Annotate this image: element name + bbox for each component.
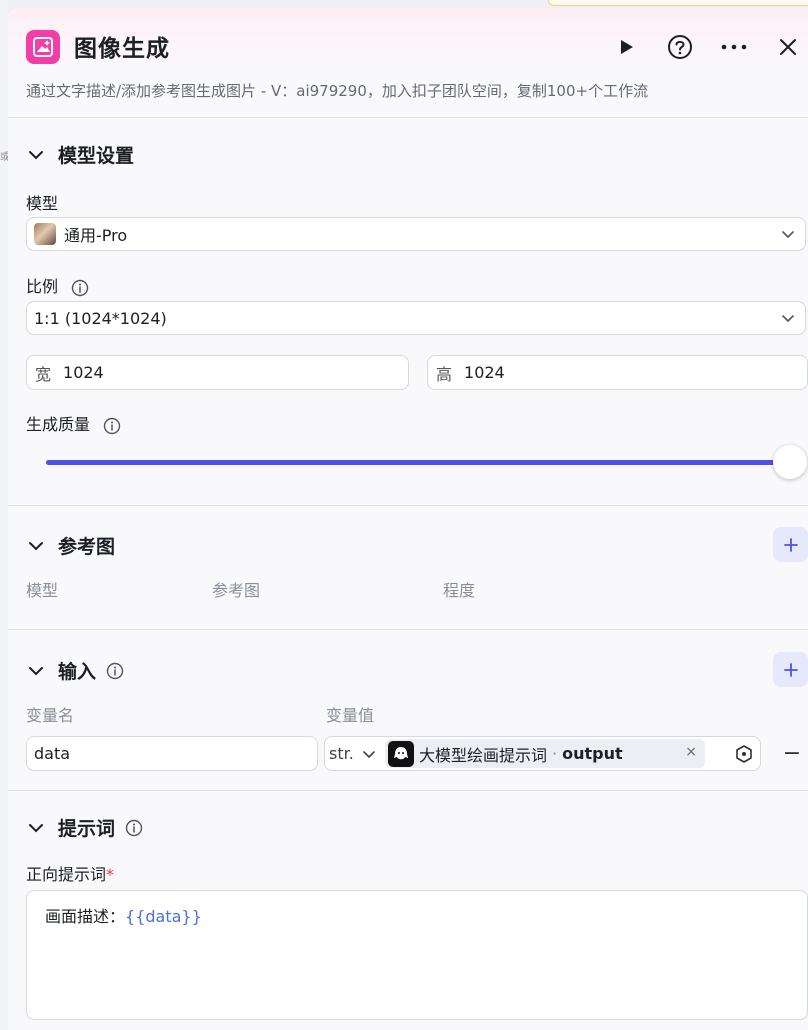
add-reference-button[interactable]	[773, 527, 808, 562]
help-icon	[668, 35, 692, 59]
positive-prompt-label: 正向提示词*	[26, 861, 114, 885]
section-model-settings-toggle[interactable]: 模型设置	[26, 141, 134, 168]
height-field[interactable]: 高 1024	[427, 355, 808, 390]
variable-reference-chip[interactable]: 大模型绘画提示词 · output ×	[385, 739, 705, 768]
section-title: 提示词	[58, 818, 116, 840]
reference-output-name: output	[562, 744, 623, 763]
add-input-button[interactable]	[773, 652, 808, 687]
plus-icon	[783, 537, 798, 552]
image-generate-icon	[26, 30, 60, 64]
divider	[8, 790, 808, 791]
positive-prompt-editor[interactable]: 画面描述：{{data}}	[26, 890, 808, 1020]
ratio-label: 比例	[26, 273, 89, 297]
chevron-down-icon	[29, 823, 43, 832]
run-button[interactable]	[612, 33, 640, 61]
column-header-degree: 程度	[443, 581, 476, 600]
close-icon	[780, 39, 796, 55]
canvas-notice-edge	[548, 0, 808, 6]
info-icon[interactable]	[106, 662, 124, 680]
divider	[8, 629, 808, 630]
chevron-down-icon	[782, 231, 794, 239]
variable-name-input[interactable]: data	[26, 736, 318, 771]
quality-label-text: 生成质量	[26, 415, 91, 434]
variable-type-value: str.	[329, 744, 354, 763]
prompt-variable: {{data}}	[125, 907, 202, 926]
info-icon[interactable]	[71, 279, 89, 297]
more-button[interactable]	[720, 33, 748, 61]
section-input-toggle[interactable]: 输入	[26, 657, 124, 684]
positive-prompt-label-text: 正向提示词	[26, 865, 107, 884]
width-value: 1024	[63, 363, 104, 382]
section-title: 参考图	[58, 536, 116, 558]
variable-type-select[interactable]: str.	[329, 737, 376, 770]
divider	[8, 117, 808, 118]
ratio-select[interactable]: 1:1 (1024*1024)	[26, 301, 806, 335]
reference-node-name: 大模型绘画提示词	[419, 745, 548, 765]
chevron-down-icon	[29, 150, 43, 159]
prompt-text-prefix: 画面描述：	[45, 907, 126, 926]
quality-slider-thumb[interactable]	[773, 445, 807, 479]
section-title: 模型设置	[58, 145, 135, 167]
panel-header: 图像生成 通过文字描述/添加参考图生成图片 - V：ai979290，加入扣子团…	[8, 8, 808, 118]
variable-value-field: str. 大模型绘画提示词 · output ×	[324, 736, 761, 771]
section-reference-toggle[interactable]: 参考图	[26, 532, 115, 559]
panel-description: 通过文字描述/添加参考图生成图片 - V：ai979290，加入扣子团队空间，复…	[26, 82, 649, 100]
column-header-var-name: 变量名	[26, 706, 75, 725]
variable-picker-icon[interactable]	[734, 744, 754, 764]
column-header-reference: 参考图	[212, 581, 261, 600]
height-prefix: 高	[436, 364, 453, 384]
model-select[interactable]: 通用-Pro	[26, 217, 806, 251]
chevron-down-icon	[29, 541, 43, 550]
quality-slider-track[interactable]	[46, 460, 791, 465]
width-prefix: 宽	[35, 364, 52, 384]
info-icon[interactable]	[103, 417, 121, 435]
width-field[interactable]: 宽 1024	[26, 355, 409, 390]
height-value: 1024	[464, 363, 505, 382]
help-button[interactable]	[666, 33, 694, 61]
divider	[8, 505, 808, 506]
chevron-down-icon	[29, 666, 43, 675]
remove-input-button[interactable]: −	[780, 741, 804, 766]
section-prompt-toggle[interactable]: 提示词	[26, 814, 143, 841]
clear-reference-button[interactable]: ×	[685, 744, 697, 760]
play-icon	[621, 40, 633, 54]
plus-icon	[783, 662, 798, 677]
variable-name-value: data	[34, 744, 71, 763]
chevron-down-icon	[363, 750, 375, 758]
chevron-down-icon	[782, 315, 794, 323]
ratio-label-text: 比例	[26, 277, 59, 296]
quality-label: 生成质量	[26, 411, 121, 435]
more-icon	[721, 44, 747, 50]
column-header-model: 模型	[26, 581, 59, 600]
node-settings-panel: 图像生成 通过文字描述/添加参考图生成图片 - V：ai979290，加入扣子团…	[8, 8, 808, 1030]
close-button[interactable]	[774, 33, 802, 61]
reference-separator: ·	[552, 744, 558, 763]
ratio-select-value: 1:1 (1024*1024)	[34, 308, 167, 328]
info-icon[interactable]	[125, 819, 143, 837]
required-mark: *	[106, 865, 115, 884]
panel-title: 图像生成	[74, 36, 170, 62]
section-title: 输入	[58, 661, 97, 683]
model-avatar	[34, 223, 56, 245]
model-label: 模型	[26, 194, 59, 213]
bot-node-icon	[388, 740, 414, 767]
model-select-value: 通用-Pro	[64, 226, 128, 245]
column-header-var-value: 变量值	[326, 706, 375, 725]
